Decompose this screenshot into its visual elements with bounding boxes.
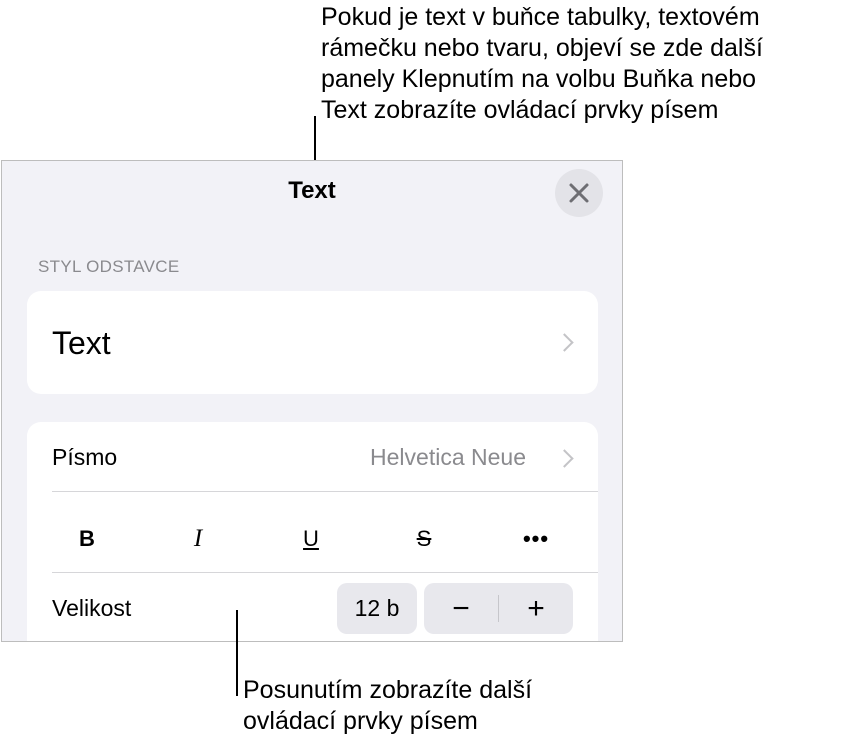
more-options-button[interactable]: ••• xyxy=(501,519,571,559)
text-format-panel: Text STYL ODSTAVCE Text Písmo Helvetica … xyxy=(1,160,623,642)
font-row[interactable]: Písmo Helvetica Neue xyxy=(27,422,598,492)
size-label: Velikost xyxy=(52,595,132,621)
close-icon xyxy=(569,183,589,203)
callout-top-text: Pokud je text v buňce tabulky, textovém … xyxy=(321,3,763,124)
strikethrough-button[interactable]: S xyxy=(389,519,459,559)
increase-size-button[interactable]: + xyxy=(499,583,573,634)
paragraph-style-row[interactable]: Text xyxy=(27,291,598,394)
italic-button[interactable]: I xyxy=(163,519,233,559)
close-button[interactable] xyxy=(555,169,603,217)
font-value: Helvetica Neue xyxy=(370,444,526,470)
divider xyxy=(52,572,598,573)
size-stepper: − + xyxy=(424,583,573,634)
size-value-field[interactable]: 12 b xyxy=(337,583,417,634)
paragraph-style-value: Text xyxy=(52,325,111,361)
bold-button[interactable]: B xyxy=(52,519,122,559)
section-header-paragraph-style: STYL ODSTAVCE xyxy=(38,257,180,276)
decrease-size-button[interactable]: − xyxy=(424,583,498,634)
font-label: Písmo xyxy=(52,444,118,470)
callout-bottom-leader-line xyxy=(236,610,238,696)
font-controls-card: Písmo Helvetica Neue B I U S ••• Velikos… xyxy=(27,422,598,641)
panel-title: Text xyxy=(288,177,336,204)
underline-button[interactable]: U xyxy=(276,519,346,559)
divider xyxy=(52,491,598,492)
chevron-right-icon xyxy=(555,449,574,468)
callout-bottom-text: Posunutím zobrazíte další ovládací prvky… xyxy=(243,676,533,735)
chevron-right-icon xyxy=(555,333,574,352)
